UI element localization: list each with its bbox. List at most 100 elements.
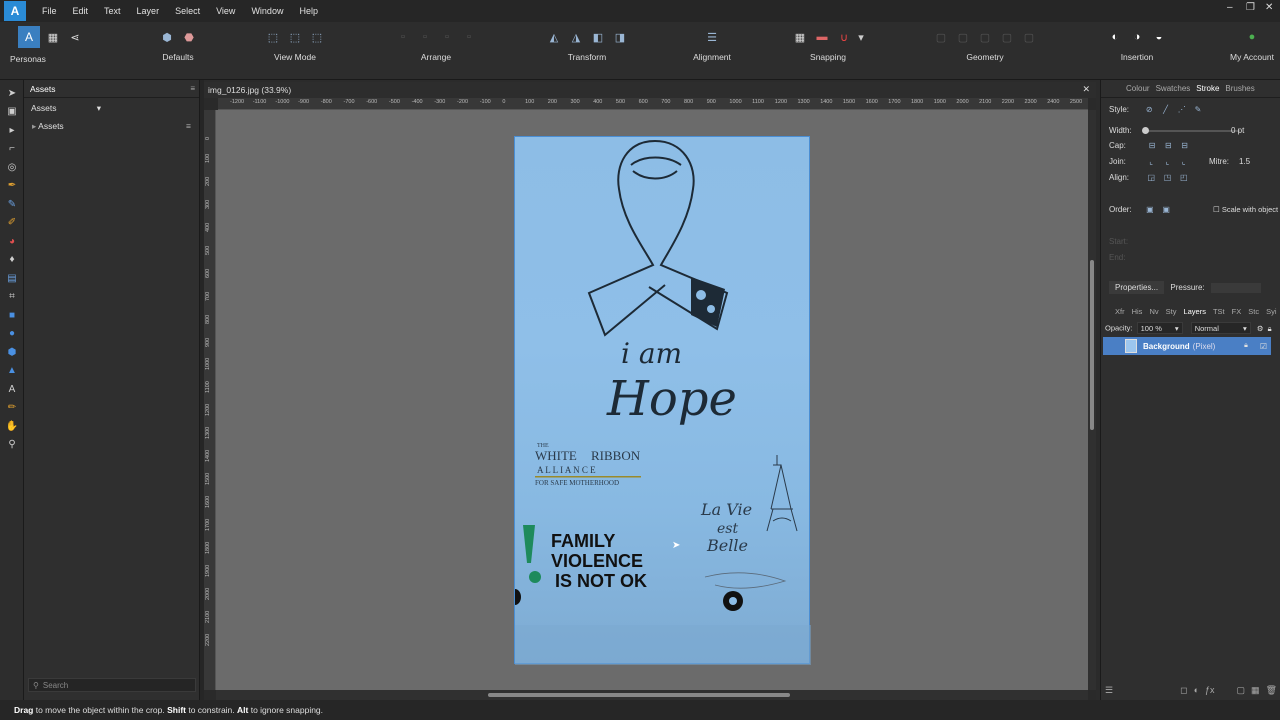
round-join-icon[interactable]: ⌞ bbox=[1161, 157, 1173, 168]
stroke-front-icon[interactable]: ▣ bbox=[1160, 205, 1172, 216]
hand-tool-icon[interactable]: ✋ bbox=[0, 417, 24, 436]
menu-help[interactable]: Help bbox=[299, 4, 318, 18]
section-menu-icon[interactable]: ≡ bbox=[186, 121, 191, 131]
arrange-front-icon[interactable]: ▫ bbox=[460, 28, 478, 46]
search-input[interactable]: ⚲ Search bbox=[28, 678, 196, 692]
transparency-tool-icon[interactable]: ♦ bbox=[0, 251, 24, 270]
close-window-icon[interactable]: ✕ bbox=[1265, 2, 1273, 13]
snapping-grid-icon[interactable]: ▦ bbox=[791, 28, 809, 46]
layer-lock-icon[interactable]: 🔒︎ bbox=[1244, 342, 1248, 350]
view-mode-1-icon[interactable]: ⬚ bbox=[264, 28, 282, 46]
horizontal-ruler[interactable]: -1200 -1100 -1000 -900 -800 -700 -600 -500 -400-… bbox=[218, 98, 1088, 110]
brush-tool-icon[interactable]: ✐ bbox=[0, 214, 24, 233]
pencil-tool-icon[interactable]: ✎ bbox=[0, 195, 24, 214]
tab-brushes[interactable]: Brushes bbox=[1225, 84, 1254, 93]
width-slider[interactable] bbox=[1141, 126, 1240, 134]
flip-vertical-icon[interactable]: ◮ bbox=[567, 28, 585, 46]
lock-icon[interactable]: 🔒︎ bbox=[1268, 324, 1272, 333]
width-value[interactable]: 0 pt bbox=[1231, 126, 1244, 135]
menu-edit[interactable]: Edit bbox=[73, 4, 89, 18]
view-mode-2-icon[interactable]: ⬚ bbox=[286, 28, 304, 46]
blend-mode-dropdown[interactable]: Normal ▾ bbox=[1190, 322, 1251, 334]
menu-select[interactable]: Select bbox=[175, 4, 200, 18]
contour-tool-icon[interactable]: ◎ bbox=[0, 158, 24, 177]
export-persona-icon[interactable]: ⋖ bbox=[66, 28, 84, 46]
node-tool-icon[interactable]: ▸ bbox=[0, 121, 24, 140]
ellipse-tool-icon[interactable]: ● bbox=[0, 325, 24, 344]
add-layer-icon[interactable]: ▢ bbox=[1237, 685, 1246, 696]
geometry-intersect-icon[interactable]: ▢ bbox=[976, 28, 994, 46]
mitre-value[interactable]: 1.5 bbox=[1239, 157, 1250, 166]
snapping-magnet-icon[interactable]: ∪ bbox=[835, 28, 853, 46]
round-cap-icon[interactable]: ⊟ bbox=[1162, 141, 1174, 152]
tab-colour[interactable]: Colour bbox=[1126, 84, 1150, 93]
triangle-tool-icon[interactable]: ▲ bbox=[0, 362, 24, 381]
panel-menu-icon[interactable]: ≡ bbox=[190, 84, 195, 93]
tab-history[interactable]: His bbox=[1132, 307, 1143, 316]
align-center-icon[interactable]: ◳ bbox=[1161, 173, 1173, 184]
butt-cap-icon[interactable]: ⊟ bbox=[1146, 141, 1158, 152]
properties-button[interactable]: Properties... bbox=[1109, 281, 1165, 295]
fill-tool-icon[interactable]: ◕ bbox=[0, 232, 24, 251]
vertical-scroll-thumb[interactable] bbox=[1090, 260, 1094, 430]
insert-behind-icon[interactable]: ◐ bbox=[1106, 28, 1124, 46]
tab-symbols[interactable]: Syi bbox=[1266, 307, 1276, 316]
eyedropper-tool-icon[interactable]: ✏ bbox=[0, 399, 24, 418]
insert-top-icon[interactable]: ◑ bbox=[1128, 28, 1146, 46]
designer-persona-icon[interactable]: A bbox=[18, 26, 40, 48]
arrange-back-icon[interactable]: ▫ bbox=[394, 28, 412, 46]
bevel-join-icon[interactable]: ⌞ bbox=[1178, 157, 1190, 168]
flip-horizontal-icon[interactable]: ◭ bbox=[545, 28, 563, 46]
snapping-options-icon[interactable]: ▬ bbox=[813, 28, 831, 46]
align-inside-icon[interactable]: ◲ bbox=[1145, 173, 1157, 184]
fx-icon[interactable]: ƒx bbox=[1205, 685, 1215, 696]
rounded-rect-tool-icon[interactable]: ⬢ bbox=[0, 343, 24, 362]
pressure-graph[interactable] bbox=[1210, 283, 1261, 293]
canvas[interactable]: i am Hope THE WHITE RIBBON A L L I A N C… bbox=[216, 110, 1088, 690]
texture-line-icon[interactable]: ✎ bbox=[1192, 105, 1204, 116]
placed-image[interactable]: i am Hope THE WHITE RIBBON A L L I A N C… bbox=[514, 136, 811, 665]
tab-transform[interactable]: Xfr bbox=[1115, 307, 1125, 316]
tab-assets[interactable]: Assets bbox=[30, 84, 56, 94]
tab-styles[interactable]: Sty bbox=[1166, 307, 1177, 316]
crop-tool-icon[interactable]: ⌗ bbox=[0, 288, 24, 307]
square-cap-icon[interactable]: ⊟ bbox=[1179, 141, 1191, 152]
document-tab[interactable]: img_0126.jpg (33.9%) ✕ bbox=[204, 82, 1096, 98]
corner-tool-icon[interactable]: ⌐ bbox=[0, 140, 24, 159]
menu-text[interactable]: Text bbox=[104, 4, 121, 18]
add-mask-icon[interactable]: ◻ bbox=[1180, 685, 1187, 696]
menu-window[interactable]: Window bbox=[251, 4, 283, 18]
layers-options-icon[interactable]: ☰ bbox=[1105, 685, 1113, 696]
gear-icon[interactable]: ⚙ bbox=[1257, 324, 1264, 333]
text-tool-icon[interactable]: A bbox=[0, 380, 24, 399]
assets-section[interactable]: ▸ Assets ≡ bbox=[24, 118, 199, 134]
pixel-persona-icon[interactable]: ▦ bbox=[44, 28, 62, 46]
close-document-icon[interactable]: ✕ bbox=[1082, 84, 1090, 95]
minimize-icon[interactable]: – bbox=[1227, 2, 1233, 13]
opacity-dropdown[interactable]: 100 % ▾ bbox=[1136, 322, 1183, 334]
artboard-tool-icon[interactable]: ▣ bbox=[0, 103, 24, 122]
vertical-ruler[interactable]: 0 100 200 300 400 500 600 700 800 900 1000 1100 1200… bbox=[204, 110, 216, 690]
account-icon[interactable]: ● bbox=[1243, 28, 1261, 46]
tab-text-styles[interactable]: TSt bbox=[1213, 307, 1225, 316]
stroke-behind-icon[interactable]: ▣ bbox=[1144, 205, 1156, 216]
no-stroke-icon[interactable]: ⊘ bbox=[1143, 105, 1155, 116]
geometry-divide-icon[interactable]: ▢ bbox=[1020, 28, 1038, 46]
view-mode-3-icon[interactable]: ⬚ bbox=[308, 28, 326, 46]
pen-tool-icon[interactable]: ✒ bbox=[0, 177, 24, 196]
adjustment-icon[interactable]: ◐ bbox=[1194, 685, 1199, 696]
tab-swatches[interactable]: Swatches bbox=[1156, 84, 1191, 93]
move-tool-icon[interactable]: ➤ bbox=[0, 84, 24, 103]
assets-dropdown[interactable]: Assets ▾ bbox=[28, 100, 104, 116]
layer-visibility-checkbox[interactable]: ☑ bbox=[1260, 342, 1267, 351]
restore-icon[interactable]: ❐ bbox=[1246, 2, 1255, 13]
menu-file[interactable]: File bbox=[42, 4, 57, 18]
rotate-right-icon[interactable]: ◨ bbox=[611, 28, 629, 46]
tab-stroke[interactable]: Stroke bbox=[1196, 84, 1219, 93]
zoom-tool-icon[interactable]: ⚲ bbox=[0, 436, 24, 455]
tab-stock[interactable]: Stc bbox=[1248, 307, 1259, 316]
tab-layers[interactable]: Layers bbox=[1183, 307, 1206, 316]
miter-join-icon[interactable]: ⌞ bbox=[1145, 157, 1157, 168]
tab-effects[interactable]: FX bbox=[1232, 307, 1242, 316]
alignment-icon[interactable]: ☰ bbox=[703, 28, 721, 46]
